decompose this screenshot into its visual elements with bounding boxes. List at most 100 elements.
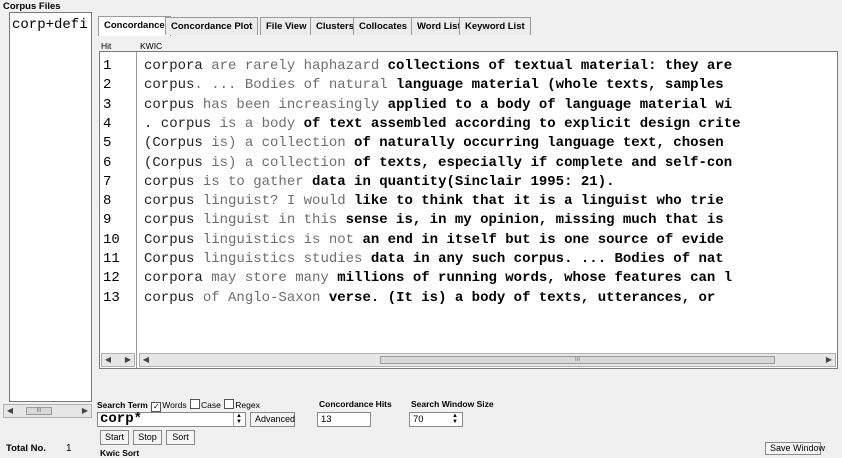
tab-concordance[interactable]: Concordance (98, 16, 171, 36)
kwic-context-far: of text assembled according to explicit … (295, 115, 741, 132)
kwic-context-near: linguist? I would (194, 193, 346, 210)
kwic-context-near: is a body (211, 115, 296, 132)
chevron-right-icon[interactable]: ▶ (79, 405, 91, 417)
kwic-context-near: may store many (202, 270, 329, 287)
sort-button[interactable]: Sort (166, 430, 195, 445)
chevron-left-icon[interactable]: ◀ (4, 405, 16, 417)
hit-scrollbar[interactable]: ◀ ▶ (101, 353, 135, 367)
words-label: Words (162, 400, 187, 410)
kwic-context-far: sense is, in my opinion, missing much th… (337, 212, 724, 229)
kwic-row[interactable]: corpora may store many millions of runni… (138, 269, 732, 288)
search-window-size-label: Search Window Size (411, 399, 494, 409)
kwic-keyword: (Corpus (144, 154, 203, 171)
kwic-context-far: millions of running words, whose feature… (328, 270, 733, 287)
hit-number: 2 (103, 77, 112, 94)
kwic-row[interactable]: corpus has been increasingly applied to … (138, 96, 732, 115)
total-no-label: Total No. (6, 443, 46, 454)
hit-number: 8 (103, 193, 112, 210)
hit-column-header[interactable]: Hit (101, 41, 111, 51)
spinner-icon[interactable]: ▲ ▼ (450, 413, 460, 426)
kwic-context-far: of naturally occurring language text, ch… (345, 135, 724, 152)
words-checkbox[interactable]: ✓ (151, 402, 162, 412)
hit-number: 13 (103, 289, 120, 306)
kwic-column-header[interactable]: KWIC (140, 41, 162, 51)
kwic-context-near: is) a collection (202, 154, 346, 171)
kwic-keyword: corpus (144, 212, 195, 229)
tab-keyword-list[interactable]: Keyword List (459, 17, 531, 35)
kwic-keyword: . corpus (144, 115, 212, 132)
kwic-context-far: data in any such corpus. ... Bodies of n… (362, 251, 724, 267)
kwic-context-far: verse. (It is) a body of texts, utteranc… (320, 289, 716, 306)
hit-number: 6 (103, 154, 112, 171)
case-checkbox[interactable] (190, 399, 201, 409)
kwic-scrollbar[interactable]: ◀ III ▶ (139, 353, 836, 367)
save-window-button[interactable]: Save Window (765, 442, 825, 455)
tab-concordance-plot[interactable]: Concordance Plot (165, 17, 259, 35)
kwic-context-far: applied to a body of language material w… (379, 96, 733, 113)
tab-bar: Concordance Concordance Plot File View C… (98, 16, 838, 37)
kwic-row[interactable]: corpora are rarely haphazard collections… (138, 57, 732, 76)
corpus-files-scrollbar[interactable]: ◀ III ▶ (3, 404, 92, 418)
kwic-context-near: . ... Bodies of natural (194, 77, 388, 94)
regex-checkbox[interactable] (224, 399, 235, 409)
hit-number: 5 (103, 135, 112, 152)
kwic-keyword: Corpus (144, 251, 195, 267)
kwic-row[interactable]: corpus linguist? I would like to think t… (138, 192, 724, 211)
kwic-row[interactable]: (Corpus is) a collection of naturally oc… (138, 134, 724, 153)
advanced-button[interactable]: Advanced (250, 412, 295, 427)
kwic-context-near: of Anglo-Saxon (194, 289, 321, 306)
hit-number: 12 (103, 270, 120, 287)
concordance-table: 1 2 3 4 5 6 7 8 9 10 11 12 13 corpora are rarely hap… (99, 51, 838, 369)
kwic-context-far: of texts, especially if complete and sel… (345, 154, 733, 171)
concordance-hits-field: 13 (317, 412, 371, 427)
kwic-context-near: is to gather (194, 173, 304, 190)
chevron-right-icon[interactable]: ▶ (823, 354, 835, 366)
search-window-size-value: 70 (413, 414, 424, 425)
kwic-context-near: linguistics studies (194, 251, 363, 267)
kwic-column: corpora are rarely haphazard collections… (138, 52, 837, 368)
tab-collocates[interactable]: Collocates (353, 17, 414, 35)
corpus-files-list[interactable]: corp+defi (9, 12, 92, 402)
kwic-keyword: corpora (144, 270, 203, 287)
kwic-keyword: corpus (144, 289, 195, 306)
chevron-left-icon[interactable]: ◀ (140, 354, 152, 366)
kwic-row[interactable]: corpus. ... Bodies of natural language m… (138, 76, 724, 95)
scroll-thumb[interactable]: III (380, 356, 775, 364)
kwic-row[interactable]: . corpus is a body of text assembled acc… (138, 115, 741, 134)
concordance-hits-label: Concordance Hits (319, 399, 392, 409)
hit-number: 10 (103, 231, 120, 248)
spinner-icon[interactable]: ▲ ▼ (233, 413, 244, 426)
kwic-row[interactable]: Corpus linguistics studies data in any s… (138, 250, 724, 269)
kwic-context-near: are rarely haphazard (202, 58, 380, 74)
kwic-row[interactable]: corpus of Anglo-Saxon verse. (It is) a b… (138, 289, 715, 308)
kwic-context-far: data in quantity(Sinclair 1995: 21). (303, 173, 615, 190)
kwic-row[interactable]: (Corpus is) a collection of texts, espec… (138, 154, 732, 173)
kwic-row[interactable]: corpus linguist in this sense is, in my … (138, 211, 724, 230)
corpus-file-item[interactable]: corp+defi (10, 13, 91, 33)
kwic-context-near: linguistics is not (194, 231, 355, 248)
kwic-keyword: corpora (144, 58, 203, 74)
kwic-keyword: corpus (144, 193, 195, 210)
kwic-keyword: corpus (144, 77, 195, 94)
tab-file-view[interactable]: File View (260, 17, 313, 35)
corpus-files-title: Corpus Files (3, 1, 61, 12)
start-button[interactable]: Start (100, 430, 129, 445)
kwic-sort-label: Kwic Sort (100, 448, 140, 458)
kwic-row[interactable]: Corpus linguistics is not an end in itse… (138, 231, 724, 250)
kwic-context-far: an end in itself but is one source of ev… (354, 231, 724, 248)
kwic-row[interactable]: corpus is to gather data in quantity(Sin… (138, 173, 615, 192)
hit-column: 1 2 3 4 5 6 7 8 9 10 11 12 13 (100, 52, 137, 368)
scroll-thumb[interactable]: III (26, 407, 52, 415)
kwic-keyword: (Corpus (144, 135, 203, 152)
chevron-right-icon[interactable]: ▶ (122, 354, 134, 366)
kwic-context-far: collections of textual material: they ar… (379, 58, 733, 74)
stop-button[interactable]: Stop (133, 430, 162, 445)
search-input[interactable]: corp* ▲ ▼ (97, 412, 246, 427)
search-window-size-field[interactable]: 70 ▲ ▼ (409, 412, 463, 427)
hit-number: 1 (103, 58, 112, 74)
kwic-context-near: linguist in this (194, 212, 338, 229)
hit-number: 9 (103, 212, 112, 229)
kwic-context-far: language material (whole texts, samples (387, 77, 724, 94)
chevron-left-icon[interactable]: ◀ (102, 354, 114, 366)
kwic-keyword: corpus (144, 96, 195, 113)
